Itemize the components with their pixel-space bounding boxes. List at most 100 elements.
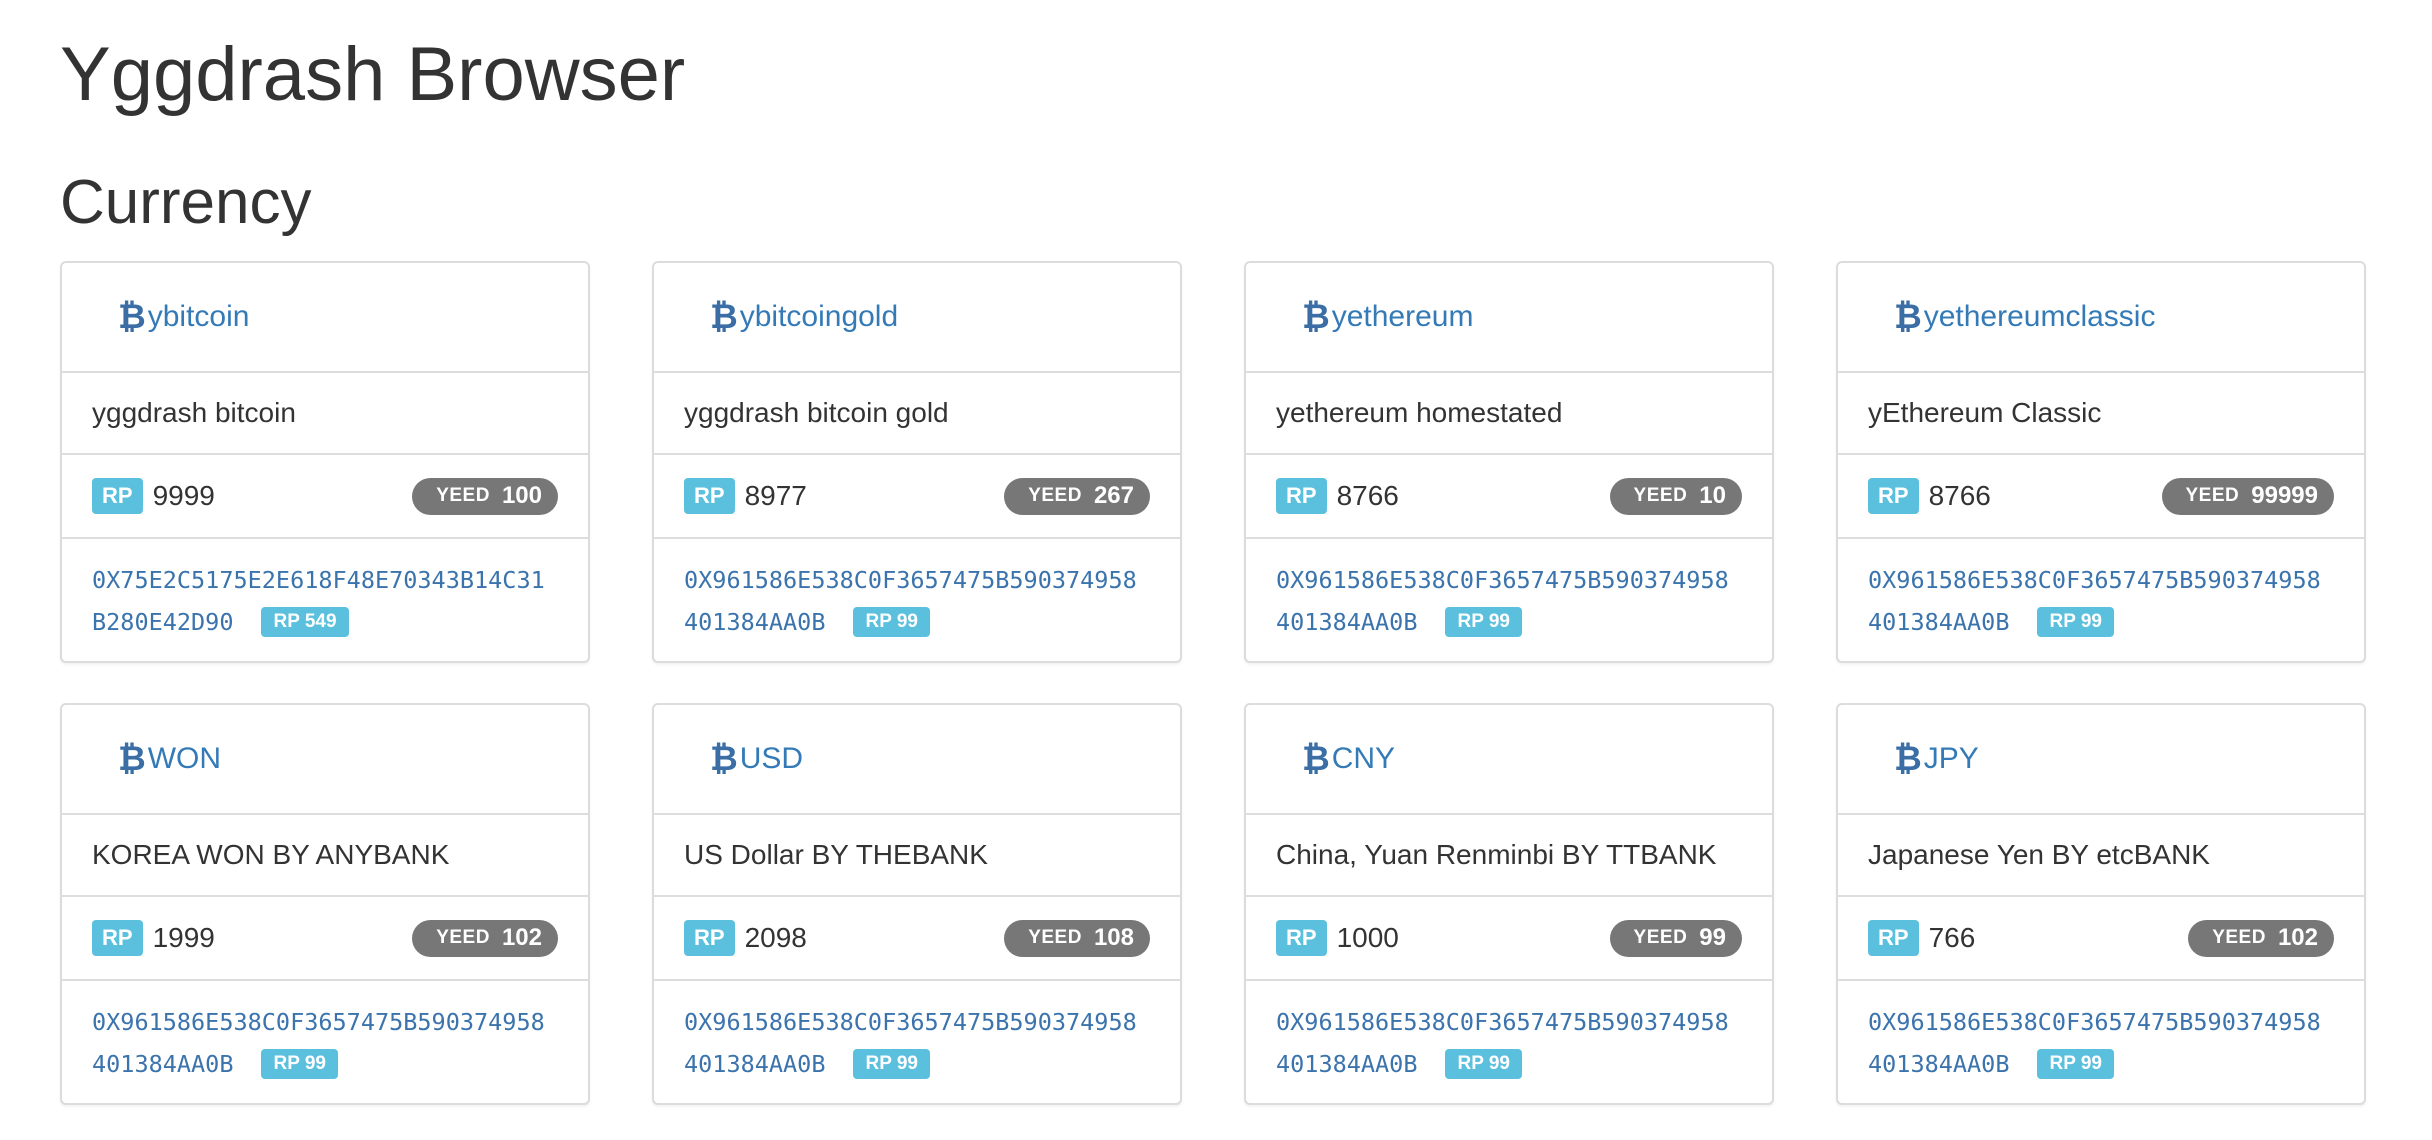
card-header: ₿ ybitcoingold (654, 263, 1180, 373)
address-line[interactable]: B280E42D90 (92, 601, 233, 643)
rp-group: RP 1000 (1276, 920, 1399, 956)
rp-group: RP 766 (1868, 920, 1975, 956)
card-address: 0X961586E538C0F3657475B590374958 401384A… (654, 539, 1180, 661)
card-header: ₿ yethereumclassic (1838, 263, 2364, 373)
yeed-label: YEED (2212, 926, 2266, 948)
yeed-value: 99999 (2251, 481, 2318, 509)
currency-link[interactable]: ₿ USD (710, 739, 803, 779)
yeed-value: 10 (1699, 481, 1726, 509)
card-stats: RP 8977 YEED 267 (654, 455, 1180, 539)
address-line[interactable]: 401384AA0B (684, 601, 825, 643)
currency-link[interactable]: ₿ ybitcoingold (710, 297, 898, 337)
currency-link[interactable]: ₿ JPY (1894, 739, 1979, 779)
currency-link[interactable]: ₿ yethereumclassic (1894, 297, 2155, 337)
address-line[interactable]: 401384AA0B (92, 1043, 233, 1085)
card-stats: RP 1000 YEED 99 (1246, 897, 1772, 981)
card-header: ₿ CNY (1246, 705, 1772, 815)
rp-group: RP 8977 (684, 478, 807, 514)
address-line[interactable]: 0X961586E538C0F3657475B590374958 (92, 1001, 558, 1043)
address-line[interactable]: 401384AA0B (1276, 1043, 1417, 1085)
rp-badge: RP (1276, 920, 1327, 956)
yeed-value: 267 (1093, 481, 1134, 509)
currency-description: yggdrash bitcoin gold (654, 373, 1180, 455)
address-line[interactable]: 0X961586E538C0F3657475B590374958 (1868, 1001, 2334, 1043)
address-line[interactable]: 401384AA0B (1276, 601, 1417, 643)
address-rp-badge: RP 99 (853, 607, 930, 637)
yeed-label: YEED (1633, 484, 1688, 506)
currency-link[interactable]: ₿ ybitcoin (118, 297, 249, 337)
yeed-badge: YEED 100 (412, 477, 558, 515)
bitcoin-icon: ₿ (710, 297, 738, 337)
rp-group: RP 2098 (684, 920, 807, 956)
rp-value: 8977 (744, 480, 807, 511)
rp-group: RP 1999 (92, 920, 215, 956)
address-rp-badge: RP 549 (261, 607, 349, 637)
rp-value: 2098 (744, 922, 807, 953)
card-header: ₿ ybitcoin (62, 263, 588, 373)
currency-description: yEthereum Classic (1838, 373, 2364, 455)
card-address: 0X75E2C5175E2E618F48E70343B14C31 B280E42… (62, 539, 588, 661)
currency-card: ₿ yethereumclassic yEthereum Classic RP … (1836, 261, 2366, 663)
address-line-second: 401384AA0B RP 99 (1276, 601, 1742, 643)
currency-link[interactable]: ₿ CNY (1302, 739, 1395, 779)
yeed-value: 108 (1093, 923, 1134, 951)
currency-card: ₿ CNY China, Yuan Renminbi BY TTBANK RP … (1244, 703, 1774, 1105)
address-line[interactable]: 0X961586E538C0F3657475B590374958 (1276, 559, 1742, 601)
yeed-badge: YEED 99 (1609, 919, 1742, 957)
page: Yggdrash Browser Currency ₿ ybitcoin ygg… (0, 0, 2432, 1140)
address-rp-badge: RP 99 (1445, 1049, 1522, 1079)
currency-description: China, Yuan Renminbi BY TTBANK (1246, 815, 1772, 897)
currency-card: ₿ USD US Dollar BY THEBANK RP 2098 YEED … (652, 703, 1182, 1105)
card-address: 0X961586E538C0F3657475B590374958 401384A… (1838, 981, 2364, 1103)
address-line[interactable]: 401384AA0B (684, 1043, 825, 1085)
card-stats: RP 766 YEED 102 (1838, 897, 2364, 981)
address-line[interactable]: 0X961586E538C0F3657475B590374958 (684, 1001, 1150, 1043)
currency-description: Japanese Yen BY etcBANK (1838, 815, 2364, 897)
rp-badge: RP (1868, 920, 1919, 956)
currency-symbol: ybitcoingold (739, 300, 899, 333)
yeed-badge: YEED 267 (1004, 477, 1150, 515)
address-line[interactable]: 0X961586E538C0F3657475B590374958 (1276, 1001, 1742, 1043)
address-line[interactable]: 0X961586E538C0F3657475B590374958 (1868, 559, 2334, 601)
address-line-second: 401384AA0B RP 99 (1276, 1043, 1742, 1085)
yeed-badge: YEED 102 (412, 919, 558, 957)
yeed-badge: YEED 108 (1004, 919, 1150, 957)
section-title: Currency (60, 168, 312, 237)
currency-symbol: CNY (1331, 742, 1396, 775)
card-address: 0X961586E538C0F3657475B590374958 401384A… (1838, 539, 2364, 661)
card-address: 0X961586E538C0F3657475B590374958 401384A… (1246, 539, 1772, 661)
yeed-label: YEED (1028, 926, 1082, 948)
currency-link[interactable]: ₿ yethereum (1302, 297, 1473, 337)
rp-value: 9999 (152, 480, 215, 511)
bitcoin-icon: ₿ (1302, 297, 1330, 337)
yeed-label: YEED (1633, 926, 1688, 948)
currency-card: ₿ yethereum yethereum homestated RP 8766… (1244, 261, 1774, 663)
card-stats: RP 2098 YEED 108 (654, 897, 1180, 981)
currency-symbol: yethereumclassic (1923, 300, 2156, 333)
card-address: 0X961586E538C0F3657475B590374958 401384A… (1246, 981, 1772, 1103)
rp-badge: RP (92, 478, 143, 514)
bitcoin-icon: ₿ (118, 739, 146, 779)
yeed-badge: YEED 102 (2188, 919, 2334, 957)
currency-symbol: USD (739, 742, 804, 775)
currency-link[interactable]: ₿ WON (118, 739, 221, 779)
address-line[interactable]: 401384AA0B (1868, 1043, 2009, 1085)
address-line[interactable]: 0X961586E538C0F3657475B590374958 (684, 559, 1150, 601)
address-line[interactable]: 401384AA0B (1868, 601, 2009, 643)
yeed-label: YEED (2185, 484, 2240, 506)
rp-group: RP 9999 (92, 478, 215, 514)
address-line-second: 401384AA0B RP 99 (1868, 1043, 2334, 1085)
currency-description: yggdrash bitcoin (62, 373, 588, 455)
address-line-second: B280E42D90 RP 549 (92, 601, 558, 643)
currency-symbol: JPY (1923, 742, 1979, 775)
yeed-value: 102 (501, 923, 542, 951)
bitcoin-icon: ₿ (1894, 297, 1922, 337)
address-line[interactable]: 0X75E2C5175E2E618F48E70343B14C31 (92, 559, 558, 601)
currency-grid: ₿ ybitcoin yggdrash bitcoin RP 9999 YEED… (60, 261, 2366, 1105)
rp-group: RP 8766 (1868, 478, 1991, 514)
address-line-second: 401384AA0B RP 99 (92, 1043, 558, 1085)
address-rp-badge: RP 99 (2037, 1049, 2114, 1079)
card-stats: RP 8766 YEED 99999 (1838, 455, 2364, 539)
yeed-value: 102 (2277, 923, 2318, 951)
card-header: ₿ WON (62, 705, 588, 815)
